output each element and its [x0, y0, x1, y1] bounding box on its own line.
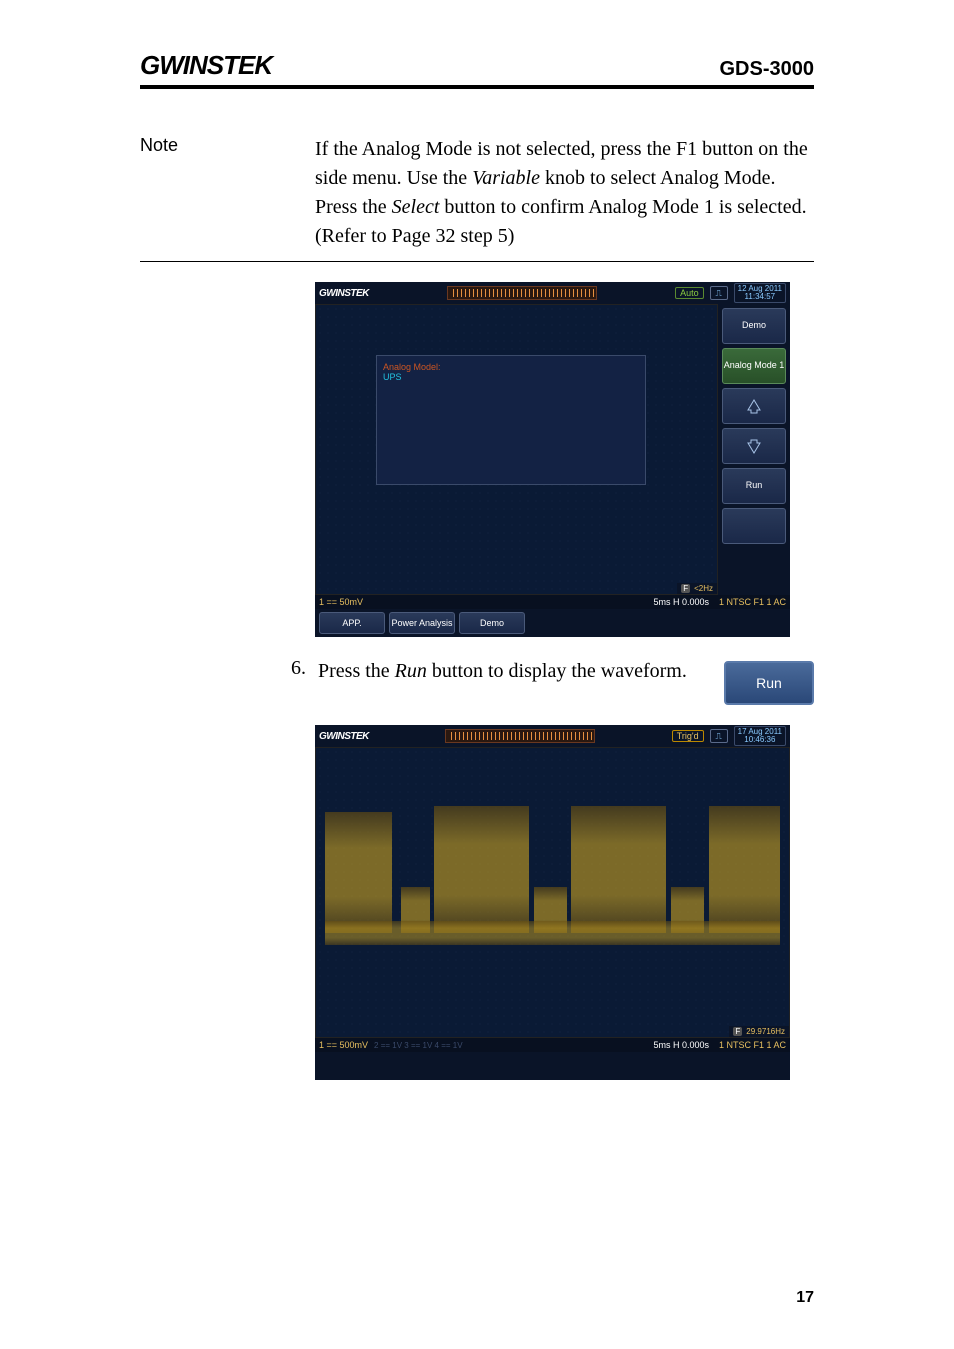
- step-text-a: Press the: [318, 660, 395, 682]
- f-icon: F: [681, 584, 690, 593]
- side-analog-mode-button[interactable]: Analog Mode 1: [722, 348, 786, 384]
- side-run-button[interactable]: Run: [722, 468, 786, 504]
- pulse-icon: ⎍: [710, 729, 728, 743]
- f-icon: F: [733, 1027, 742, 1036]
- note-label: Note: [140, 135, 315, 251]
- note-var-2: Select: [392, 196, 440, 218]
- step-var: Run: [395, 660, 427, 682]
- scope-side-menu: Demo Analog Mode 1 Run: [718, 304, 790, 595]
- run-button-image: Run: [724, 661, 814, 705]
- analog-overlay-value: UPS: [383, 372, 639, 382]
- scope-topbar: GWINSTEK Auto ⎍ 12 Aug 2011 11:34:57: [315, 282, 790, 304]
- time-text: 10:46:36: [738, 736, 782, 744]
- freq-value: 29.9716Hz: [746, 1027, 785, 1036]
- scope-logo: GWINSTEK: [319, 288, 369, 299]
- side-demo-button[interactable]: Demo: [722, 308, 786, 344]
- scope-logo: GWINSTEK: [319, 731, 369, 742]
- scope-display: F 29.9716Hz: [315, 747, 790, 1038]
- bottom-app-button[interactable]: APP.: [319, 612, 385, 634]
- step-text: Press the Run button to display the wave…: [318, 657, 712, 686]
- datetime-badge: 17 Aug 2011 10:46:36: [734, 726, 786, 746]
- oscilloscope-screenshot-1: GWINSTEK Auto ⎍ 12 Aug 2011 11:34:57 Ana…: [315, 282, 790, 637]
- waveform-preview-icon: [445, 729, 595, 743]
- trigger-badge: 1 NTSC F1 1 AC: [719, 597, 786, 607]
- trigger-badge: 1 NTSC F1 1 AC: [719, 1040, 786, 1050]
- scope-bottom-menu: APP. Power Analysis Demo: [315, 609, 790, 637]
- page-number: 17: [796, 1289, 814, 1307]
- bottom-power-analysis-button[interactable]: Power Analysis: [389, 612, 455, 634]
- pulse-icon: ⎍: [710, 286, 728, 300]
- arrow-up-icon: [746, 398, 762, 414]
- timebase-badge: 5ms H 0.000s: [653, 1040, 709, 1050]
- freq-value: <2Hz: [694, 584, 713, 593]
- auto-status-badge: Auto: [675, 287, 704, 299]
- analog-overlay-title: Analog Model:: [383, 362, 639, 372]
- scope-status-bar: 1 == 500mV 2 == 1V 3 == 1V 4 == 1V 5ms H…: [315, 1038, 790, 1052]
- step-number: 6.: [280, 657, 306, 680]
- note-body: If the Analog Mode is not selected, pres…: [315, 135, 814, 251]
- note-block: Note If the Analog Mode is not selected,…: [140, 135, 814, 262]
- side-empty-button[interactable]: [722, 508, 786, 544]
- side-up-button[interactable]: [722, 388, 786, 424]
- ch1-badge: 1 == 50mV: [319, 597, 363, 607]
- freq-readout: F <2Hz: [677, 583, 717, 594]
- page-header: GWINSTEK GDS-3000: [140, 50, 814, 89]
- trigd-status-badge: Trig'd: [672, 730, 704, 742]
- scope-topbar: GWINSTEK Trig'd ⎍ 17 Aug 2011 10:46:36: [315, 725, 790, 747]
- analog-mode-overlay: Analog Model: UPS: [376, 355, 646, 485]
- arrow-down-icon: [746, 438, 762, 454]
- ch1-badge: 1 == 500mV: [319, 1040, 368, 1050]
- timebase-badge: 5ms H 0.000s: [653, 597, 709, 607]
- bottom-demo-button[interactable]: Demo: [459, 612, 525, 634]
- step-text-b: button to display the waveform.: [427, 660, 687, 682]
- scope-display: Analog Model: UPS F <2Hz: [315, 304, 718, 595]
- freq-readout: F 29.9716Hz: [729, 1026, 789, 1037]
- waveform-trace: [316, 748, 789, 1037]
- scope-bottom-menu: [315, 1052, 790, 1080]
- side-down-button[interactable]: [722, 428, 786, 464]
- model-label: GDS-3000: [720, 58, 815, 81]
- datetime-badge: 12 Aug 2011 11:34:57: [734, 283, 786, 303]
- note-var-1: Variable: [472, 167, 540, 189]
- oscilloscope-screenshot-2: GWINSTEK Trig'd ⎍ 17 Aug 2011 10:46:36: [315, 725, 790, 1080]
- step-6: 6. Press the Run button to display the w…: [280, 657, 814, 705]
- ch-rest-badge: 2 == 1V 3 == 1V 4 == 1V: [374, 1041, 463, 1050]
- scope-status-bar: 1 == 50mV 5ms H 0.000s 1 NTSC F1 1 AC: [315, 595, 790, 609]
- brand-logo: GWINSTEK: [140, 50, 272, 81]
- waveform-preview-icon: [447, 286, 597, 300]
- time-text: 11:34:57: [738, 293, 782, 301]
